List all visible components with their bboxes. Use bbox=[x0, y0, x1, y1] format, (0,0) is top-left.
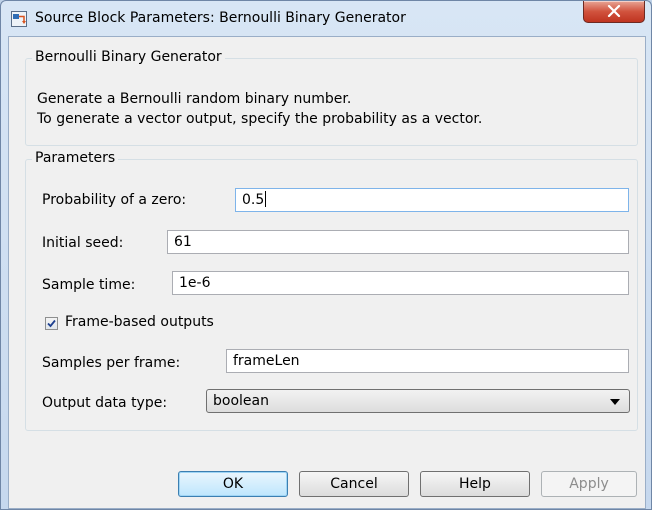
frame-based-label[interactable]: Frame-based outputs bbox=[65, 314, 214, 330]
description-line-2: To generate a vector output, specify the… bbox=[37, 111, 483, 127]
probability-zero-label: Probability of a zero: bbox=[42, 192, 187, 208]
probability-zero-field[interactable]: 0.5 bbox=[235, 188, 629, 212]
close-button[interactable] bbox=[583, 1, 645, 23]
description-line-1: Generate a Bernoulli random binary numbe… bbox=[37, 91, 352, 107]
initial-seed-field[interactable]: 61 bbox=[167, 230, 629, 254]
cancel-button[interactable]: Cancel bbox=[299, 471, 409, 497]
output-data-type-value: boolean bbox=[213, 393, 269, 409]
close-icon bbox=[607, 5, 621, 17]
parameters-group-title: Parameters bbox=[32, 150, 119, 166]
apply-button: Apply bbox=[541, 471, 637, 497]
text-caret bbox=[265, 191, 267, 207]
initial-seed-label: Initial seed: bbox=[42, 235, 124, 251]
simulink-block-icon bbox=[11, 11, 27, 27]
ok-button[interactable]: OK bbox=[178, 471, 288, 497]
samples-per-frame-field[interactable]: frameLen bbox=[226, 349, 629, 373]
help-button[interactable]: Help bbox=[420, 471, 530, 497]
frame-based-checkbox[interactable] bbox=[45, 317, 58, 330]
dialog-window: Source Block Parameters: Bernoulli Binar… bbox=[0, 0, 652, 510]
chevron-down-icon bbox=[610, 399, 620, 405]
output-data-type-select[interactable]: boolean bbox=[206, 389, 630, 413]
samples-per-frame-label: Samples per frame: bbox=[42, 355, 181, 371]
window-title: Source Block Parameters: Bernoulli Binar… bbox=[35, 10, 406, 26]
title-bar[interactable]: Source Block Parameters: Bernoulli Binar… bbox=[1, 1, 651, 35]
probability-zero-value: 0.5 bbox=[242, 192, 265, 208]
checkmark-icon bbox=[47, 319, 56, 328]
output-data-type-label: Output data type: bbox=[42, 395, 168, 411]
sample-time-label: Sample time: bbox=[42, 277, 136, 293]
dialog-content: Bernoulli Binary Generator Generate a Be… bbox=[8, 36, 646, 509]
description-group-title: Bernoulli Binary Generator bbox=[32, 49, 225, 65]
sample-time-field[interactable]: 1e-6 bbox=[172, 271, 629, 295]
